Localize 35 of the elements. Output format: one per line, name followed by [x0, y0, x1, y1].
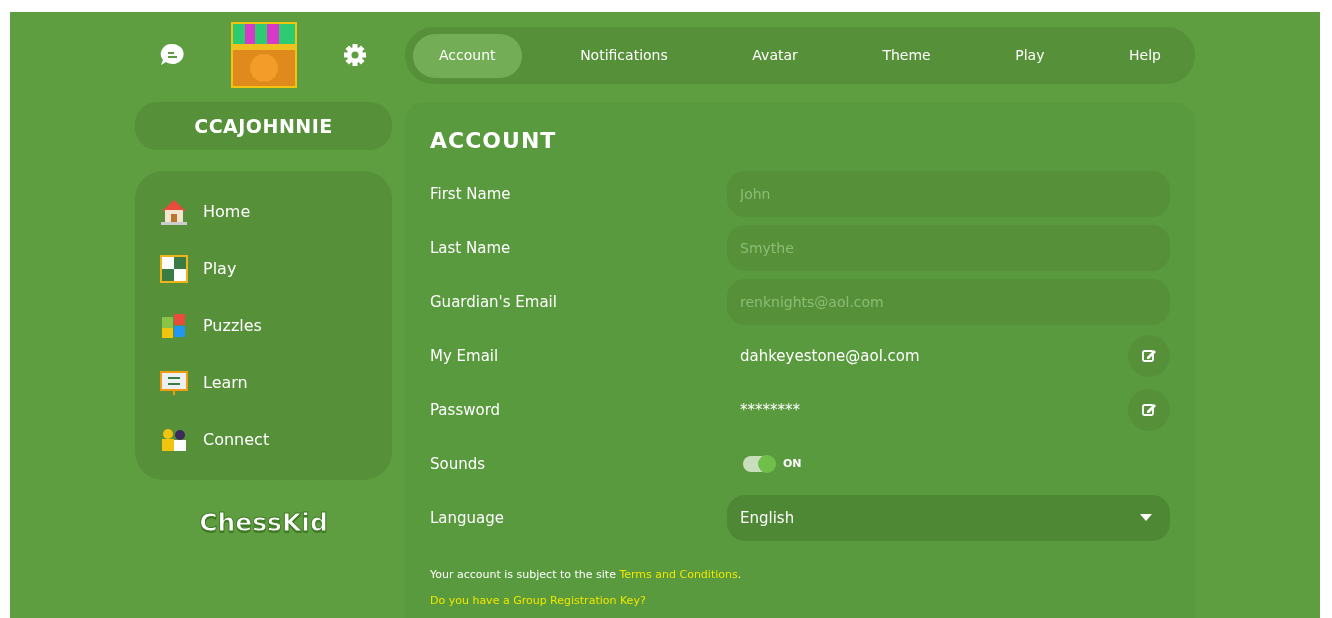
- nav-item[interactable]: Puzzles: [135, 297, 392, 354]
- tab[interactable]: Notifications: [554, 33, 694, 78]
- field-label: Language: [430, 508, 506, 530]
- nav-item[interactable]: Connect: [135, 411, 392, 468]
- settings-icon[interactable]: [342, 42, 368, 68]
- tab[interactable]: Theme: [856, 33, 957, 78]
- username: CCAJOHNNIE: [135, 102, 392, 150]
- tab[interactable]: Help: [1103, 33, 1187, 78]
- nav-item[interactable]: Home: [135, 183, 392, 240]
- terms-link[interactable]: Terms and Conditions: [619, 568, 738, 582]
- field-label: My Email: [430, 346, 500, 368]
- terms-notice: Your account is subject to the site Terms and Conditions.: [430, 567, 743, 584]
- field-label: Last Name: [430, 238, 512, 260]
- field-value: dahkeyestone@aol.com: [739, 346, 921, 368]
- tab[interactable]: Avatar: [726, 33, 824, 78]
- tab[interactable]: Play: [989, 33, 1071, 78]
- tab[interactable]: Account: [413, 33, 522, 78]
- caret-icon: [1140, 514, 1152, 523]
- field-label: Sounds: [430, 454, 487, 476]
- toggle-switch[interactable]: [743, 456, 775, 473]
- edit-button[interactable]: [1128, 335, 1170, 378]
- toggle-state: ON: [783, 456, 802, 473]
- language-select[interactable]: English: [727, 495, 1170, 542]
- section-title: ACCOUNT: [430, 127, 558, 156]
- field-value: ********: [739, 400, 801, 422]
- field-label: First Name: [430, 184, 512, 206]
- nav-item[interactable]: Learn: [135, 354, 392, 411]
- field-label: Guardian's Email: [430, 292, 558, 314]
- nav-item[interactable]: Play: [135, 240, 392, 297]
- edit-button[interactable]: [1128, 389, 1170, 432]
- logo[interactable]: ChessKid: [135, 504, 392, 542]
- board-icon: [159, 253, 189, 284]
- field-label: Password: [430, 400, 502, 422]
- group-key-link[interactable]: Do you have a Group Registration Key?: [430, 594, 646, 607]
- chat-icon[interactable]: [159, 42, 185, 68]
